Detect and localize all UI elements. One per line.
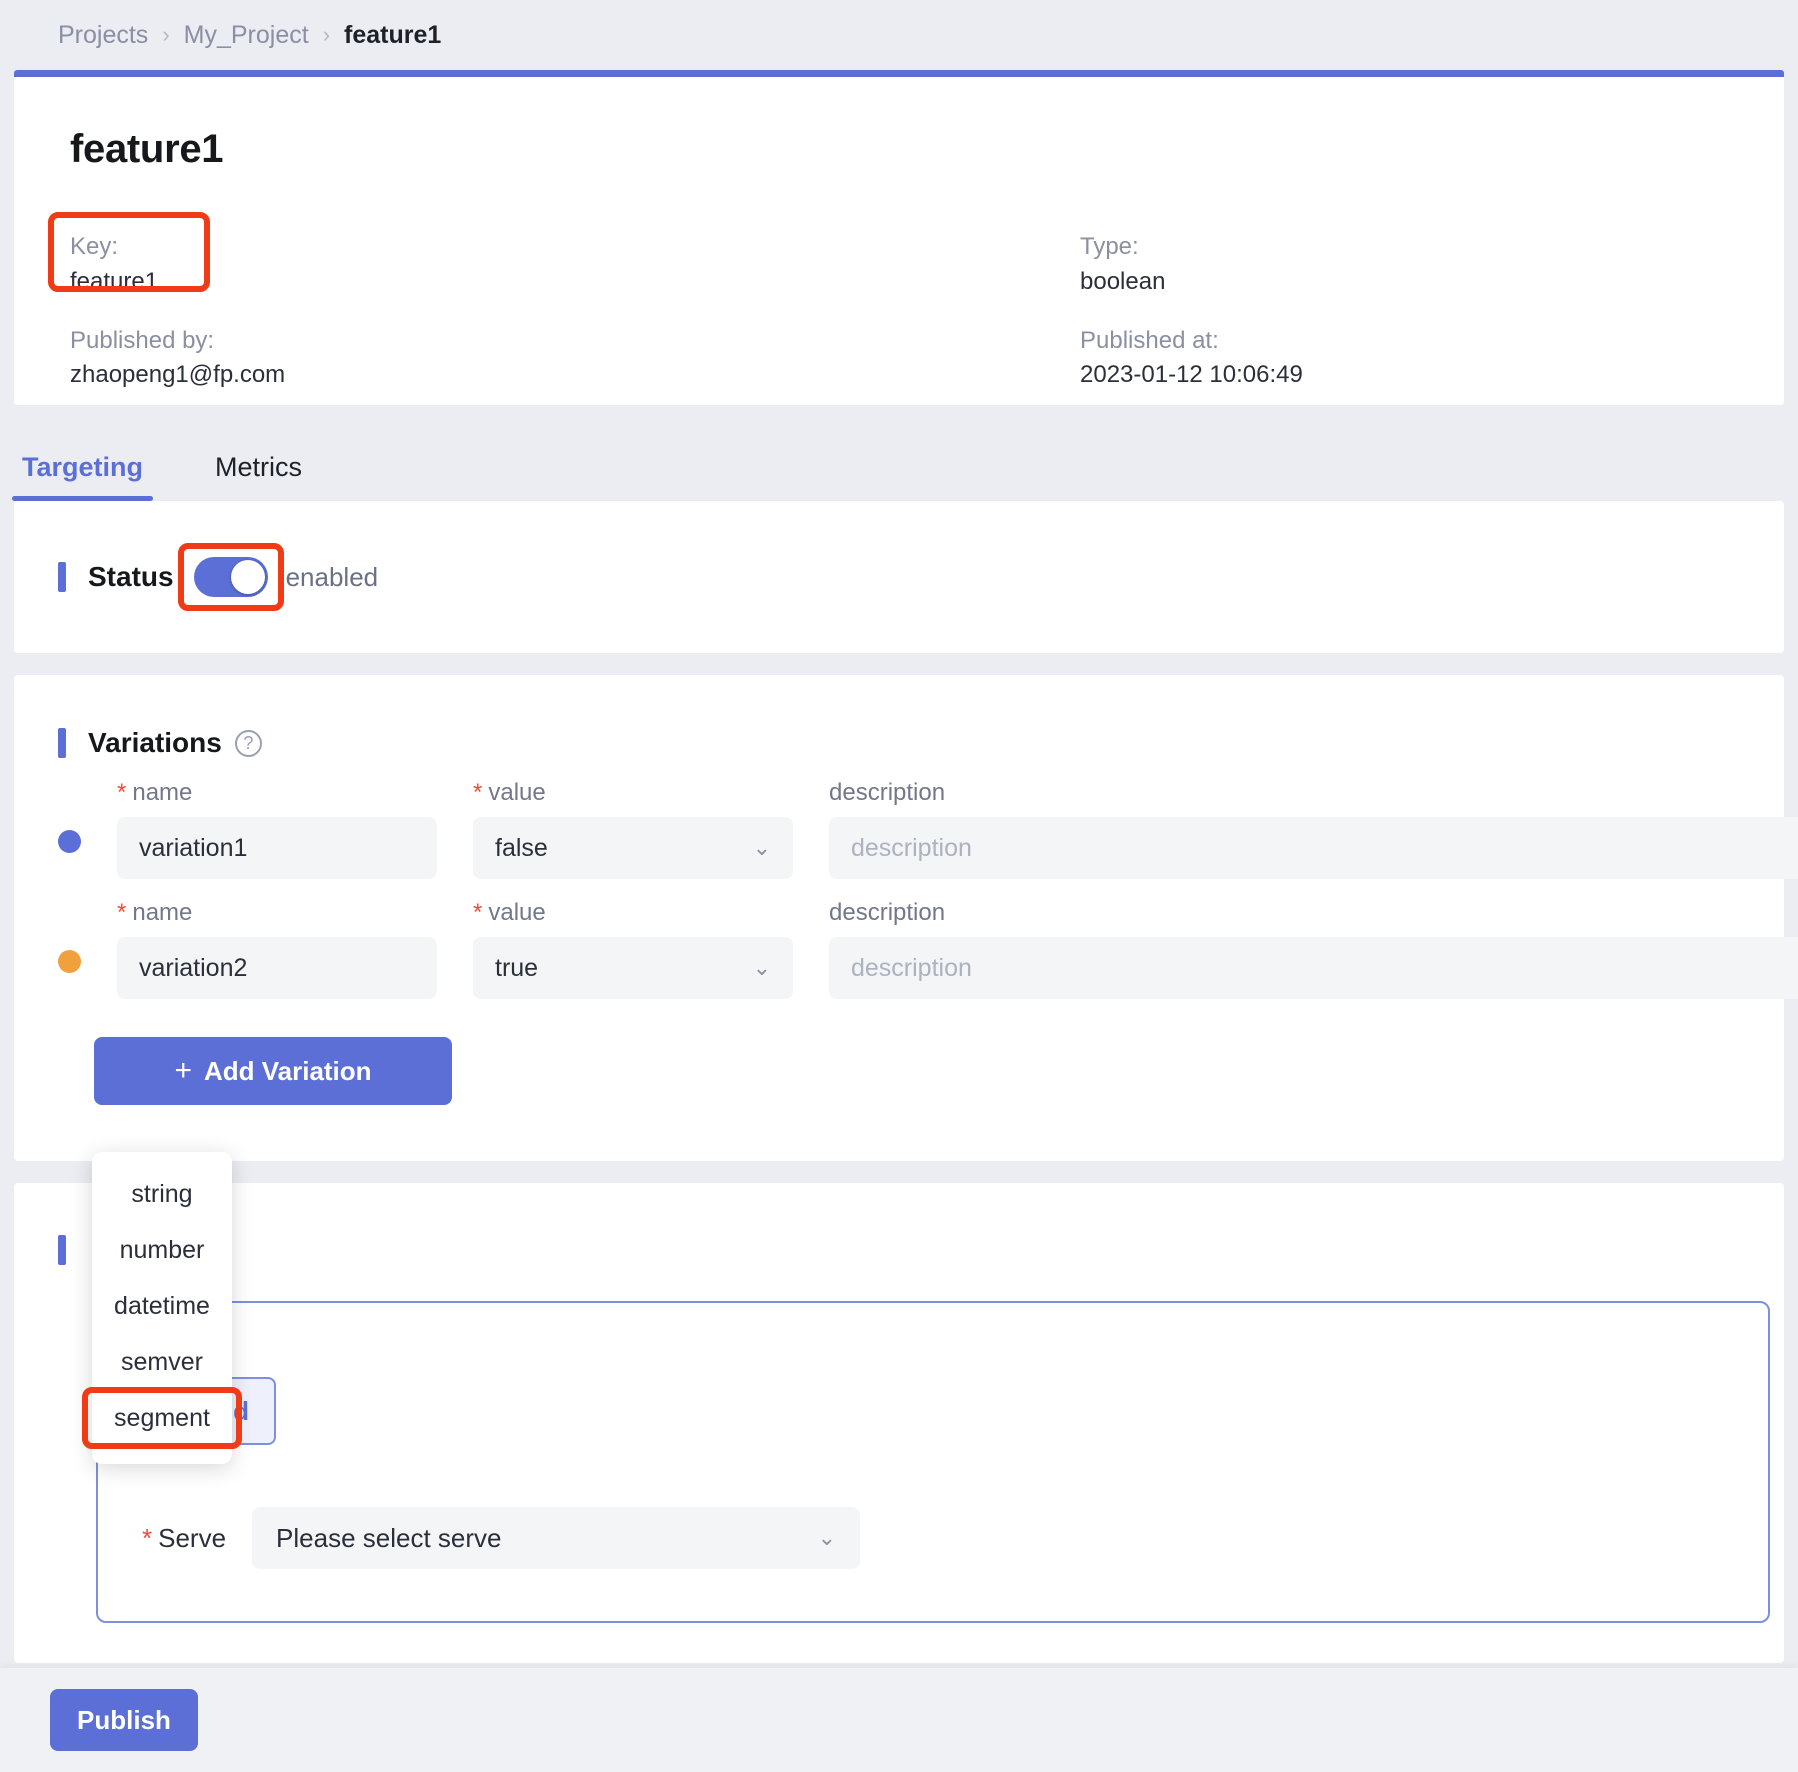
breadcrumb-separator-icon: ›	[162, 22, 169, 48]
type-option-string[interactable]: string	[92, 1166, 232, 1222]
variation-value-field-group: *value false ⌄	[473, 779, 793, 879]
required-marker: *	[142, 1523, 152, 1553]
variation-description-field-group: description description	[829, 899, 1798, 999]
required-marker: *	[473, 779, 482, 806]
type-option-segment[interactable]: segment	[92, 1390, 232, 1446]
feature-header-card: feature1 Key: feature1 Type: boolean Pub…	[14, 70, 1784, 405]
type-option-semver[interactable]: semver	[92, 1334, 232, 1390]
serve-row: *Serve Please select serve ⌄	[142, 1507, 1768, 1569]
breadcrumb-separator-icon: ›	[323, 22, 330, 48]
variation-name-field-group: *name variation2	[117, 899, 437, 999]
page-title: feature1	[70, 127, 1728, 172]
required-marker: *	[117, 779, 126, 806]
variation-type-dropdown[interactable]: string number datetime semver segment	[92, 1152, 232, 1464]
question-circle-icon[interactable]: ?	[235, 730, 262, 757]
serve-label: *Serve	[142, 1523, 226, 1554]
status-title: Status	[88, 561, 174, 593]
meta-published-by: Published by: zhaopeng1@fp.com	[70, 324, 1080, 394]
breadcrumb-item-my-project[interactable]: My_Project	[184, 21, 309, 50]
tab-targeting[interactable]: Targeting	[12, 452, 153, 501]
name-label-text: name	[132, 779, 192, 806]
section-accent-bar	[58, 562, 66, 592]
variation-name-input[interactable]: variation1	[117, 817, 437, 879]
key-value: feature1	[70, 265, 1080, 300]
name-label-text: name	[132, 899, 192, 926]
chevron-down-icon: ⌄	[753, 837, 771, 859]
feature-meta-grid: Key: feature1 Type: boolean Published by…	[70, 230, 1728, 417]
tab-metrics[interactable]: Metrics	[205, 452, 312, 501]
add-variation-button[interactable]: + Add Variation	[94, 1037, 452, 1105]
footer-action-bar: Publish	[0, 1668, 1798, 1772]
meta-type: Type: boolean	[1080, 230, 1728, 300]
variation-color-dot	[58, 830, 81, 853]
tab-bar: Targeting Metrics	[0, 405, 1798, 501]
variation-value-text: false	[495, 834, 548, 863]
variation-value-label: *value	[473, 779, 793, 807]
variation-value-select[interactable]: false ⌄	[473, 817, 793, 879]
published-at-value: 2023-01-12 10:06:49	[1080, 358, 1728, 393]
required-marker: *	[117, 899, 126, 926]
section-accent-bar	[58, 728, 66, 758]
variation-value-select[interactable]: true ⌄	[473, 937, 793, 999]
breadcrumb-item-projects[interactable]: Projects	[58, 21, 148, 50]
variation-value-label: *value	[473, 899, 793, 927]
type-value: boolean	[1080, 265, 1728, 300]
value-label-text: value	[488, 779, 545, 806]
rule-card: + Add *Serve Please select serve ⌄	[96, 1301, 1770, 1623]
plus-icon: +	[174, 1054, 192, 1088]
variation-value-field-group: *value true ⌄	[473, 899, 793, 999]
variation-value-text: true	[495, 954, 538, 983]
chevron-down-icon: ⌄	[753, 957, 771, 979]
variation-row: *name variation1 *value false ⌄ descript…	[58, 779, 1784, 879]
published-by-value: zhaopeng1@fp.com	[70, 358, 1080, 393]
rules-panel: + Add *Serve Please select serve ⌄	[14, 1183, 1784, 1663]
variation-color-dot	[58, 950, 81, 973]
value-label-text: value	[488, 899, 545, 926]
chevron-down-icon: ⌄	[818, 1527, 836, 1549]
breadcrumb: Projects › My_Project › feature1	[0, 0, 1798, 70]
variation-description-input[interactable]: description	[829, 817, 1798, 879]
variation-row: *name variation2 *value true ⌄ descripti…	[58, 899, 1784, 999]
rules-heading	[58, 1235, 1784, 1265]
serve-label-text: Serve	[158, 1523, 226, 1553]
type-option-number[interactable]: number	[92, 1222, 232, 1278]
variations-panel: Variations ? *name variation1 *value fal…	[14, 675, 1784, 1161]
published-by-label: Published by:	[70, 324, 1080, 359]
status-panel: Status enabled	[14, 501, 1784, 653]
variation-description-field-group: description description	[829, 779, 1798, 879]
breadcrumb-item-feature1: feature1	[344, 21, 441, 50]
publish-button[interactable]: Publish	[50, 1689, 198, 1751]
meta-key: Key: feature1	[70, 230, 1080, 300]
toggle-knob	[231, 560, 265, 594]
status-toggle[interactable]	[194, 557, 268, 597]
feature-flag-detail-page: Projects › My_Project › feature1 feature…	[0, 0, 1798, 1772]
variation-name-input[interactable]: variation2	[117, 937, 437, 999]
published-at-label: Published at:	[1080, 324, 1728, 359]
status-heading: Status	[58, 561, 174, 593]
variation-name-label: *name	[117, 899, 437, 927]
type-label: Type:	[1080, 230, 1728, 265]
key-label: Key:	[70, 230, 1080, 265]
serve-select[interactable]: Please select serve ⌄	[252, 1507, 860, 1569]
serve-select-value: Please select serve	[276, 1523, 501, 1554]
variation-description-input[interactable]: description	[829, 937, 1798, 999]
variation-name-label: *name	[117, 779, 437, 807]
add-variation-label: Add Variation	[204, 1056, 372, 1087]
variations-heading: Variations ?	[58, 727, 1784, 759]
variations-title: Variations	[88, 727, 222, 759]
variation-description-label: description	[829, 899, 1798, 927]
variation-description-label: description	[829, 779, 1798, 807]
meta-published-at: Published at: 2023-01-12 10:06:49	[1080, 324, 1728, 394]
status-state-label: enabled	[286, 562, 379, 593]
required-marker: *	[473, 899, 482, 926]
type-option-datetime[interactable]: datetime	[92, 1278, 232, 1334]
section-accent-bar	[58, 1235, 66, 1265]
variation-name-field-group: *name variation1	[117, 779, 437, 879]
